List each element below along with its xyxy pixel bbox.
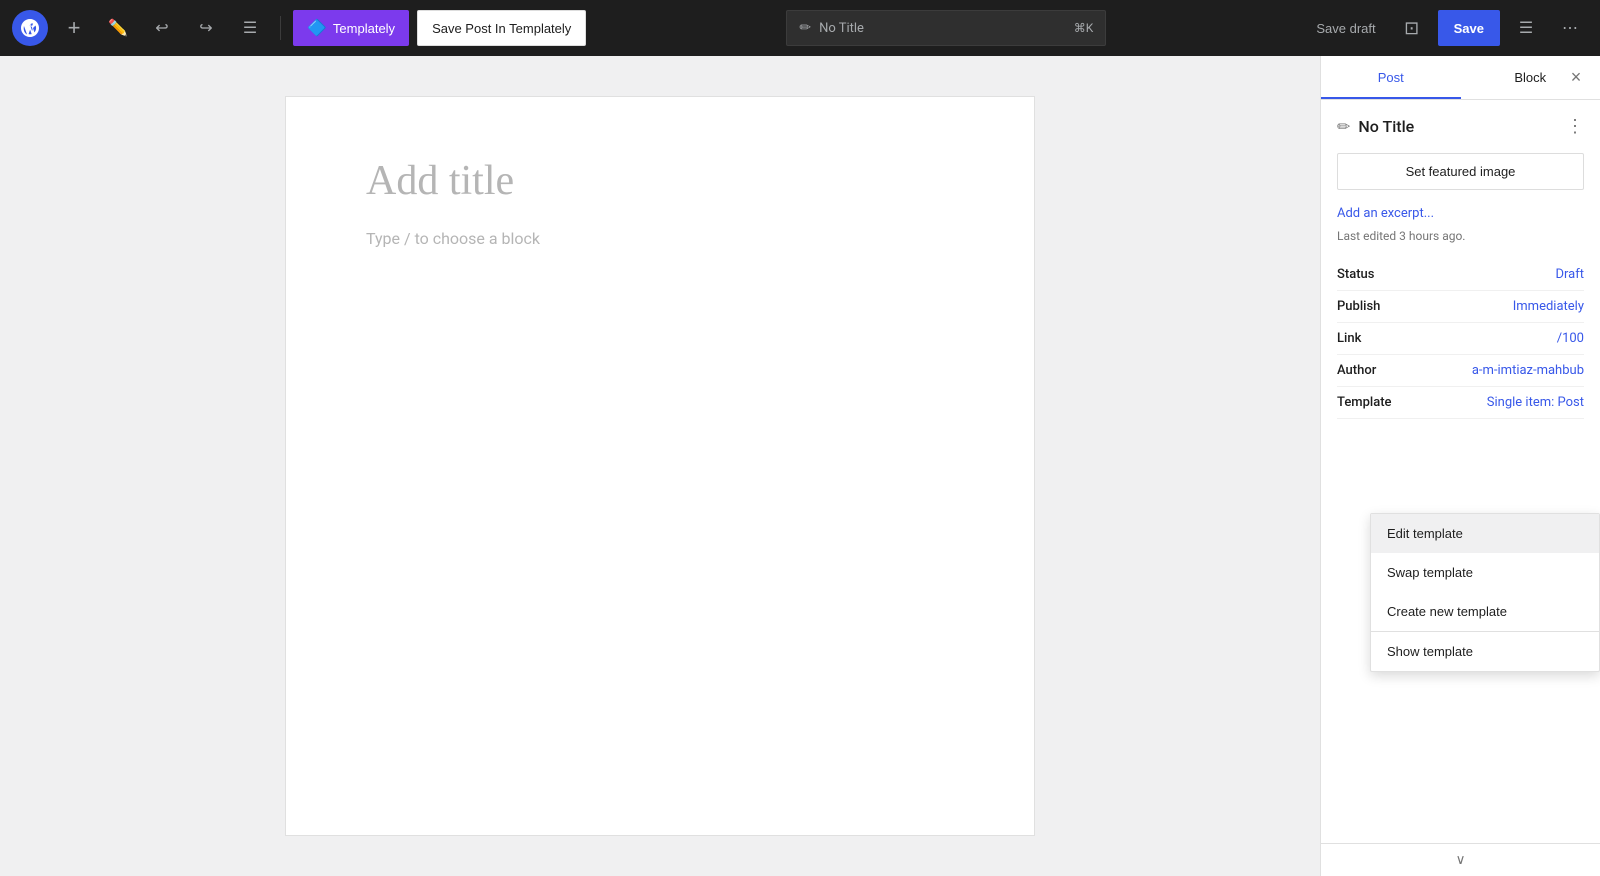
show-template-section: Show template [1371,632,1599,671]
sidebar-content: ✏ No Title ⋮ Set featured image Add an e… [1321,100,1600,843]
sidebar-title-row: ✏ No Title [1337,117,1414,136]
add-block-button[interactable]: + [56,10,92,46]
sidebar-close-button[interactable]: × [1560,62,1592,94]
save-draft-button[interactable]: Save draft [1306,15,1385,42]
publish-value[interactable]: Immediately [1513,299,1584,314]
sidebar-pencil-icon: ✏ [1337,117,1350,136]
edit-button[interactable]: ✏️ [100,10,136,46]
templately-button[interactable]: 🔷 Templately [293,10,409,46]
template-row: Template Single item: Post [1337,387,1584,419]
last-edited-text: Last edited 3 hours ago. [1337,229,1584,243]
swap-template-button[interactable]: Swap template [1371,553,1599,592]
save-post-templately-button[interactable]: Save Post In Templately [417,10,586,46]
save-button[interactable]: Save [1438,10,1500,46]
sidebar-tabs: Post Block × [1321,56,1600,100]
more-tools-button[interactable]: ⋯ [1552,10,1588,46]
wp-logo[interactable] [12,10,48,46]
status-value[interactable]: Draft [1555,267,1584,282]
author-label: Author [1337,363,1376,378]
sidebar-post-title: No Title [1358,117,1414,136]
status-label: Status [1337,267,1374,282]
template-label: Template [1337,395,1392,410]
redo-button[interactable]: ↪ [188,10,224,46]
post-title-placeholder[interactable]: Add title [366,157,954,205]
create-new-template-button[interactable]: Create new template [1371,592,1599,631]
settings-icon-button[interactable]: ☰ [1508,10,1544,46]
publish-label: Publish [1337,299,1380,314]
title-pencil-icon: ✏ [799,20,811,36]
link-row: Link /100 [1337,323,1584,355]
link-label: Link [1337,331,1361,346]
keyboard-shortcut: ⌘K [1074,21,1094,35]
preview-button[interactable]: ⊡ [1394,10,1430,46]
title-area: ✏ No Title ⌘K [594,10,1298,46]
tab-post[interactable]: Post [1321,56,1461,99]
post-body-placeholder[interactable]: Type / to choose a block [366,229,954,248]
author-row: Author a-m-imtiaz-mahbub [1337,355,1584,387]
featured-image-button[interactable]: Set featured image [1337,153,1584,190]
toolbar: + ✏️ ↩ ↪ ☰ 🔷 Templately Save Post In Tem… [0,0,1600,56]
main-layout: Add title Type / to choose a block Post … [0,56,1600,876]
undo-button[interactable]: ↩ [144,10,180,46]
add-excerpt-link[interactable]: Add an excerpt... [1337,206,1584,221]
divider-1 [280,16,281,40]
edit-template-button[interactable]: Edit template [1371,514,1599,553]
sidebar-header: ✏ No Title ⋮ [1337,116,1584,137]
publish-row: Publish Immediately [1337,291,1584,323]
title-input-wrapper[interactable]: ✏ No Title ⌘K [786,10,1106,46]
template-value[interactable]: Single item: Post [1487,395,1584,410]
editor-content: Add title Type / to choose a block [285,96,1035,836]
link-value[interactable]: /100 [1557,331,1584,346]
author-value[interactable]: a-m-imtiaz-mahbub [1472,363,1584,378]
sidebar: Post Block × ✏ No Title ⋮ Set featured i… [1320,56,1600,876]
sidebar-scroll-down-button[interactable]: ∨ [1321,843,1600,876]
document-overview-button[interactable]: ☰ [232,10,268,46]
show-template-button[interactable]: Show template [1371,632,1599,671]
sidebar-more-button[interactable]: ⋮ [1566,116,1584,137]
toolbar-right: Save draft ⊡ Save ☰ ⋯ [1306,10,1588,46]
template-actions-section: Edit template Swap template Create new t… [1371,514,1599,632]
editor-area[interactable]: Add title Type / to choose a block [0,56,1320,876]
template-dropdown: Edit template Swap template Create new t… [1370,513,1600,672]
status-row: Status Draft [1337,259,1584,291]
title-display: No Title [819,21,1066,36]
